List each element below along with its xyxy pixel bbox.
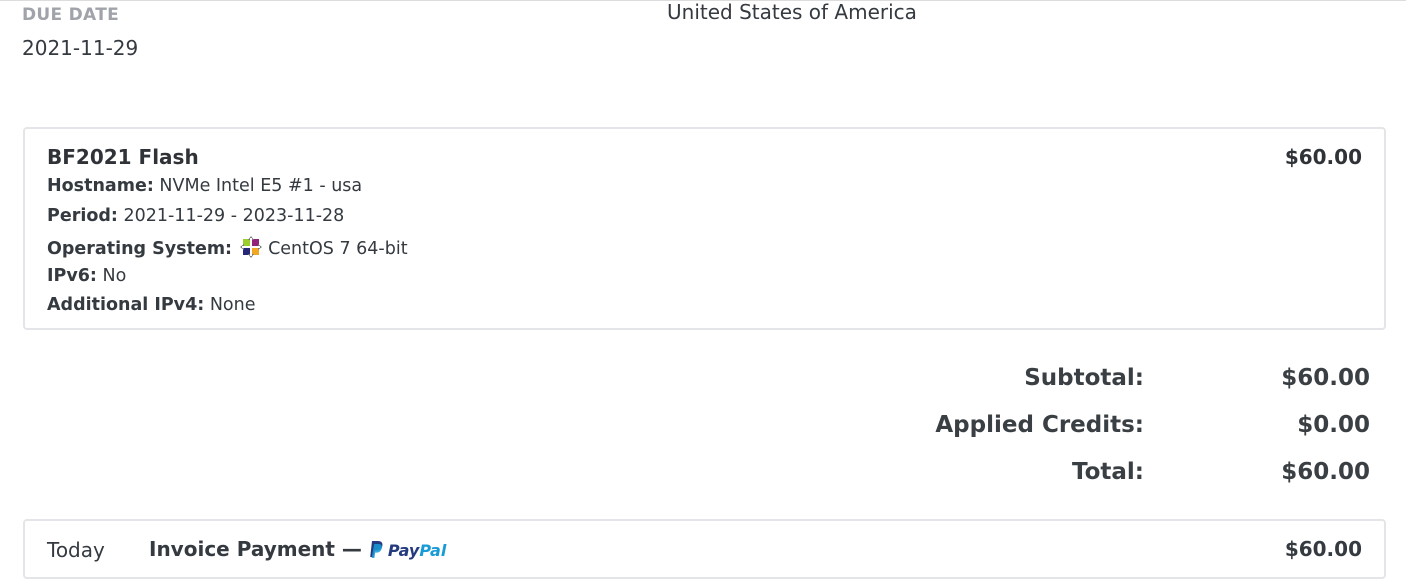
ipv6-value: No (102, 266, 127, 286)
hostname-row: Hostname: NVMe Intel E5 #1 - usa (47, 176, 362, 196)
payment-amount: $60.00 (1284, 537, 1362, 561)
due-date-value: 2021-11-29 (22, 36, 139, 60)
ipv6-row: IPv6: No (47, 266, 126, 286)
payment-row: Today Invoice Payment — PayPal $60.00 (23, 519, 1386, 579)
ipv4-value: None (209, 295, 256, 315)
address-country: United States of America (667, 0, 917, 24)
hostname-label: Hostname: (47, 176, 154, 196)
payment-date: Today (47, 538, 105, 562)
os-value: CentOS 7 64-bit (268, 239, 408, 259)
period-row: Period: 2021-11-29 - 2023-11-28 (47, 206, 344, 226)
item-price: $60.00 (1284, 145, 1362, 169)
subtotal-label: Subtotal: (1024, 365, 1144, 391)
subtotal-value: $60.00 (1281, 365, 1370, 391)
period-label: Period: (47, 206, 118, 226)
paypal-logo-icon (370, 541, 383, 558)
credits-label: Applied Credits: (935, 412, 1144, 438)
item-title: BF2021 Flash (47, 145, 199, 169)
payment-description-text: Invoice Payment — (149, 537, 362, 561)
ipv6-label: IPv6: (47, 266, 97, 286)
total-value: $60.00 (1281, 459, 1370, 485)
centos-logo-icon (240, 236, 263, 258)
ipv4-label: Additional IPv4: (47, 295, 205, 315)
due-date-label: DUE DATE (22, 5, 120, 25)
hostname-value: NVMe Intel E5 #1 - usa (159, 176, 363, 196)
paypal-wordmark: PayPal (387, 541, 447, 560)
invoice-item-card: BF2021 Flash $60.00 Hostname: NVMe Intel… (23, 127, 1386, 330)
period-value: 2021-11-29 - 2023-11-28 (123, 206, 345, 226)
total-label: Total: (1071, 459, 1144, 485)
os-label: Operating System: (47, 239, 233, 259)
payment-description: Invoice Payment — PayPal (149, 537, 446, 561)
os-row: Operating System: CentOS 7 64-bit (47, 236, 408, 259)
credits-value: $0.00 (1297, 412, 1370, 438)
ipv4-row: Additional IPv4: None (47, 295, 256, 315)
